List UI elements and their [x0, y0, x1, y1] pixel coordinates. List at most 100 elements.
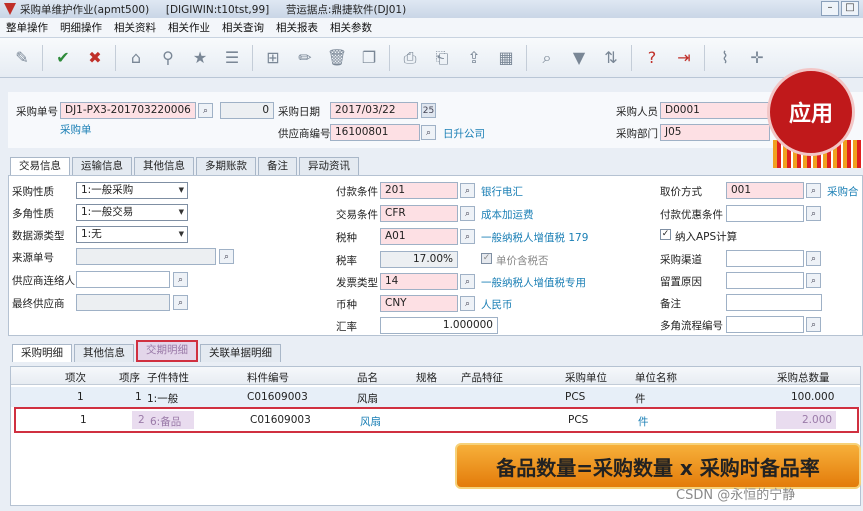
lookup-icon[interactable]: ⌕ [460, 229, 475, 244]
lookup-icon[interactable]: ⌕ [806, 273, 821, 288]
supplier-field[interactable]: 16100801 [330, 124, 420, 141]
menu-item-whole-doc[interactable]: 整单操作 [6, 20, 48, 35]
purchase-nature-select[interactable]: 1:一般采购 [76, 182, 188, 199]
payment-terms-desc: 银行电汇 [481, 186, 523, 198]
tab-remarks[interactable]: 备注 [258, 157, 297, 175]
tab-other-detail[interactable]: 其他信息 [74, 344, 134, 362]
confirm-icon[interactable]: ✔ [51, 46, 75, 70]
table-row[interactable]: 1 1 1:一般 C01609003 风扇 PCS 件 100.000 [11, 387, 860, 407]
col-header[interactable]: 项序 [119, 370, 140, 385]
tab-multi-period[interactable]: 多期账款 [196, 157, 256, 175]
tab-transport-info[interactable]: 运输信息 [72, 157, 132, 175]
export-icon[interactable]: ⇪ [462, 46, 486, 70]
lookup-icon[interactable]: ⌕ [173, 272, 188, 287]
exit-icon[interactable]: ⇥ [672, 46, 696, 70]
search-icon[interactable]: ⌕ [535, 46, 559, 70]
delete-icon[interactable]: 🗑 [325, 46, 349, 70]
trade-terms-field[interactable]: CFR [380, 205, 458, 222]
buyer-field[interactable]: D0001 [660, 102, 770, 119]
location-icon[interactable]: ⚲ [156, 46, 180, 70]
tab-purchase-detail[interactable]: 采购明细 [12, 344, 72, 362]
home-icon[interactable]: ⌂ [124, 46, 148, 70]
col-header[interactable]: 料件编号 [247, 370, 289, 385]
source-no-field[interactable] [76, 248, 216, 265]
col-header[interactable]: 子件特性 [147, 370, 189, 385]
lookup-icon[interactable]: ⌕ [806, 183, 821, 198]
source-type-label: 数据源类型 [12, 230, 65, 242]
col-header[interactable]: 采购单位 [565, 370, 607, 385]
print-preview-icon[interactable]: ⎗ [430, 46, 454, 70]
currency-desc: 人民币 [481, 299, 513, 311]
supplier-contact-field[interactable] [76, 271, 170, 288]
exchange-rate-field[interactable]: 1.000000 [380, 317, 498, 334]
purchase-channel-label: 采购渠道 [660, 254, 702, 266]
po-no-field[interactable]: DJ1-PX3-201703220006 [60, 102, 196, 119]
multi-angle-select[interactable]: 1:一般交易 [76, 204, 188, 221]
filter-icon[interactable]: ▼ [567, 46, 591, 70]
col-header[interactable]: 采购总数量 [777, 370, 830, 385]
tax-included-checkbox[interactable]: ✓ [481, 253, 492, 264]
maximize-button[interactable]: □ [841, 1, 859, 16]
tax-type-field[interactable]: A01 [380, 228, 458, 245]
col-header[interactable]: 品名 [357, 370, 378, 385]
payment-terms-field[interactable]: 201 [380, 182, 458, 199]
formula-banner: 备品数量=采购数量 x 采购时备品率 [455, 443, 861, 489]
col-header[interactable]: 单位名称 [635, 370, 677, 385]
star-icon[interactable]: ★ [188, 46, 212, 70]
multi-flow-field[interactable] [726, 316, 804, 333]
dept-field[interactable]: J05 [660, 124, 770, 141]
currency-field[interactable]: CNY [380, 295, 458, 312]
toolbar: ✎ ✔ ✖ ⌂ ⚲ ★ ☰ ⊞ ✏ 🗑 ❐ ⎙ ⎗ ⇪ ▦ ⌕ ▼ ⇅ ? ⇥ … [0, 38, 863, 78]
pricing-method-field[interactable]: 001 [726, 182, 804, 199]
date-field[interactable]: 2017/03/22 [330, 102, 418, 119]
lookup-icon[interactable]: ⌕ [198, 103, 213, 118]
list-icon[interactable]: ☰ [220, 46, 244, 70]
col-header[interactable]: 产品特征 [461, 370, 503, 385]
purchase-channel-field[interactable] [726, 250, 804, 267]
lookup-icon[interactable]: ⌕ [460, 183, 475, 198]
menu-item-related-report[interactable]: 相关报表 [276, 20, 318, 35]
lookup-icon[interactable]: ⌕ [460, 296, 475, 311]
tab-other-info[interactable]: 其他信息 [134, 157, 194, 175]
lookup-icon[interactable]: ⌕ [460, 206, 475, 221]
col-header[interactable]: 规格 [416, 370, 437, 385]
menu-item-related-query[interactable]: 相关查询 [222, 20, 264, 35]
lookup-icon[interactable]: ⌕ [219, 249, 234, 264]
invoice-type-field[interactable]: 14 [380, 273, 458, 290]
copy-icon[interactable]: ❐ [357, 46, 381, 70]
edit-icon[interactable]: ✎ [10, 46, 34, 70]
lookup-icon[interactable]: ⌕ [460, 274, 475, 289]
final-supplier-field[interactable] [76, 294, 170, 311]
menu-item-related-ops[interactable]: 相关作业 [168, 20, 210, 35]
aps-checkbox[interactable]: ✓ [660, 229, 671, 240]
report-icon[interactable]: ▦ [494, 46, 518, 70]
source-type-select[interactable]: 1:无 [76, 226, 188, 243]
sort-icon[interactable]: ⇅ [599, 46, 623, 70]
hold-reason-field[interactable] [726, 272, 804, 289]
tab-related-docs[interactable]: 关联单据明细 [200, 344, 281, 362]
pencil-icon[interactable]: ✏ [293, 46, 317, 70]
minimize-button[interactable]: – [821, 1, 839, 16]
menu-item-detail[interactable]: 明细操作 [60, 20, 102, 35]
tab-trade-info[interactable]: 交易信息 [10, 157, 70, 175]
payment-discount-field[interactable] [726, 205, 804, 222]
tab-delivery-detail[interactable]: 交期明细 [136, 340, 198, 362]
target-icon[interactable]: ✛ [745, 46, 769, 70]
remark-field[interactable] [726, 294, 822, 311]
lookup-icon[interactable]: ⌕ [806, 251, 821, 266]
lookup-icon[interactable]: ⌕ [806, 206, 821, 221]
menu-item-related-params[interactable]: 相关参数 [330, 20, 372, 35]
print-icon[interactable]: ⎙ [398, 46, 422, 70]
attach-icon[interactable]: ⌇ [713, 46, 737, 70]
help-icon[interactable]: ? [640, 46, 664, 70]
tab-change-info[interactable]: 异动资讯 [299, 157, 359, 175]
lookup-icon[interactable]: ⌕ [421, 125, 436, 140]
menu-item-related-data[interactable]: 相关资料 [114, 20, 156, 35]
calendar-icon[interactable]: 25 [421, 103, 436, 118]
new-icon[interactable]: ⊞ [261, 46, 285, 70]
lookup-icon[interactable]: ⌕ [806, 317, 821, 332]
table-row-spare[interactable]: 1 2 6:备品 C01609003 风扇 PCS 件 2.000 [14, 407, 859, 433]
lookup-icon[interactable]: ⌕ [173, 295, 188, 310]
cancel-icon[interactable]: ✖ [83, 46, 107, 70]
col-header[interactable]: 项次 [65, 370, 86, 385]
